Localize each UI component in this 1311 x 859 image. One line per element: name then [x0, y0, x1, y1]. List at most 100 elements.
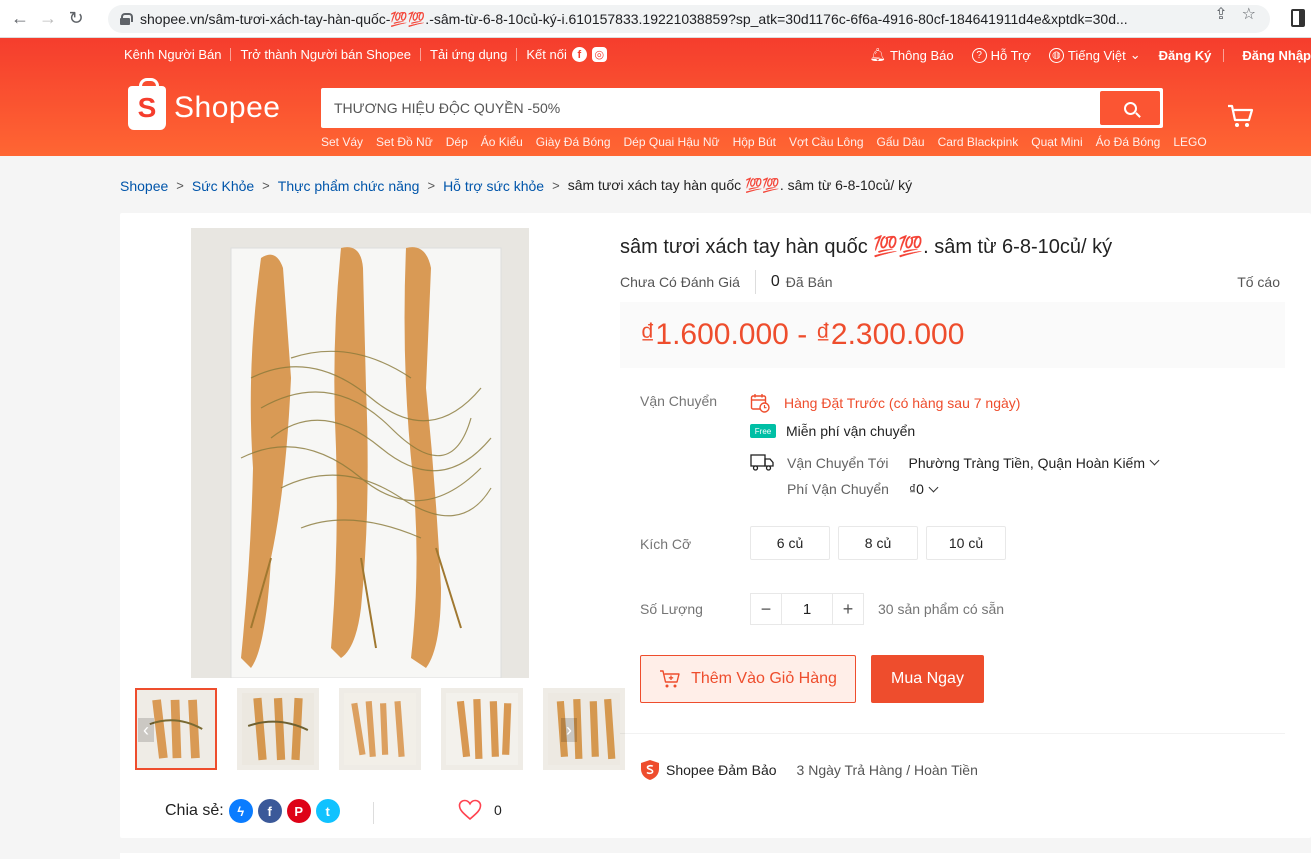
facebook-icon[interactable]: f: [257, 799, 282, 823]
sold-count: 0: [770, 273, 780, 290]
ship-to-selector[interactable]: Phường Tràng Tiền, Quận Hoàn Kiếm: [909, 455, 1145, 471]
shipping-fee-label: Phí Vận Chuyển: [787, 481, 889, 497]
lock-icon: [120, 13, 133, 25]
search-input[interactable]: [324, 100, 1100, 116]
search-button[interactable]: [1100, 91, 1160, 125]
guarantee-desc: 3 Ngày Trả Hàng / Hoàn Tiền: [796, 762, 978, 778]
product-main-image[interactable]: [191, 228, 529, 678]
report-link[interactable]: Tố cáo: [1237, 274, 1280, 290]
back-icon[interactable]: ←: [6, 5, 34, 33]
search-keywords: Set Váy Set Đồ Nữ Dép Áo Kiểu Giày Đá Bó…: [321, 135, 1207, 149]
chevron-down-icon: ⌄: [1129, 47, 1141, 62]
add-to-cart-button[interactable]: Thêm Vào Giỏ Hàng: [640, 655, 856, 703]
notifications-label: Thông Báo: [889, 47, 954, 63]
calendar-clock-icon: [750, 394, 770, 413]
shield-icon: [641, 760, 659, 780]
notifications-link[interactable]: 🔔︎ Thông Báo: [869, 47, 953, 63]
reload-icon[interactable]: ↻: [62, 5, 90, 33]
keyword-link[interactable]: Hộp Bút: [733, 135, 776, 149]
keyword-link[interactable]: LEGO: [1173, 135, 1206, 149]
forward-icon[interactable]: →: [34, 5, 62, 33]
breadcrumb-link[interactable]: Hỗ trợ sức khỏe: [443, 178, 544, 194]
keyword-link[interactable]: Giày Đá Bóng: [536, 135, 611, 149]
shipping-fee-value[interactable]: ₫0: [909, 481, 924, 497]
breadcrumb-link[interactable]: Thực phẩm chức năng: [278, 178, 420, 194]
keyword-link[interactable]: Áo Kiểu: [481, 135, 523, 149]
register-link[interactable]: Đăng Ký: [1159, 48, 1212, 63]
thumbnail-image[interactable]: [339, 688, 421, 770]
like-button[interactable]: 0: [458, 799, 502, 821]
bookmark-star-icon[interactable]: ☆: [1242, 4, 1256, 24]
thumbnail-image[interactable]: [237, 688, 319, 770]
rating-row: Chưa Có Đánh Giá 0 Đã Bán Tố cáo: [620, 270, 1280, 294]
top-nav-right: 🔔︎ Thông Báo ? Hỗ Trợ ◍ Tiếng Việt ⌄ Đăn…: [869, 47, 1311, 63]
size-option-8[interactable]: 8 củ: [838, 526, 918, 560]
keyword-link[interactable]: Set Váy: [321, 135, 363, 149]
keyword-link[interactable]: Dép Quai Hậu Nữ: [624, 135, 720, 149]
top-nav-left: Kênh Người Bán Trở thành Người bán Shope…: [124, 47, 607, 62]
seller-channel-link[interactable]: Kênh Người Bán: [124, 47, 221, 62]
thumbnail-strip: [135, 688, 625, 770]
breadcrumb-link[interactable]: Shopee: [120, 178, 168, 194]
breadcrumb-link[interactable]: Sức Khỏe: [192, 178, 254, 194]
guarantee-name: Shopee Đảm Bảo: [666, 762, 777, 778]
sold-label: Đã Bán: [785, 274, 833, 290]
keyword-link[interactable]: Card Blackpink: [938, 135, 1019, 149]
site-header: Kênh Người Bán Trở thành Người bán Shope…: [0, 38, 1311, 156]
guarantee-row[interactable]: Shopee Đảm Bảo 3 Ngày Trả Hàng / Hoàn Ti…: [640, 759, 978, 781]
help-icon: ?: [971, 47, 987, 63]
shopee-logo[interactable]: S Shopee: [128, 78, 280, 130]
thumbnail-prev-arrow[interactable]: ‹: [138, 718, 154, 742]
next-section: [120, 853, 1311, 859]
keyword-link[interactable]: Quạt Mini: [1031, 135, 1082, 149]
cart-icon[interactable]: [1226, 102, 1254, 130]
quantity-decrease-button[interactable]: −: [750, 593, 782, 625]
chevron-right-icon: >: [552, 178, 560, 193]
buy-now-button[interactable]: Mua Ngay: [871, 655, 984, 703]
chevron-right-icon: >: [262, 178, 270, 193]
help-label: Hỗ Trợ: [990, 47, 1031, 63]
side-panel-icon[interactable]: [1291, 9, 1305, 27]
size-option-6[interactable]: 6 củ: [750, 526, 830, 560]
pinterest-icon[interactable]: P: [286, 799, 311, 823]
thumbnail-next-arrow[interactable]: ›: [561, 718, 577, 742]
help-link[interactable]: ? Hỗ Trợ: [971, 47, 1031, 63]
language-selector[interactable]: ◍ Tiếng Việt ⌄: [1048, 47, 1141, 63]
thumbnail-image[interactable]: [441, 688, 523, 770]
become-seller-link[interactable]: Trở thành Người bán Shopee: [240, 47, 411, 62]
connect-label: Kết nối: [526, 47, 567, 62]
shipping-fee-row: Phí Vận Chuyển ₫0: [787, 481, 939, 497]
share-page-icon[interactable]: ⇪: [1214, 4, 1227, 24]
chevron-down-icon[interactable]: [928, 482, 939, 492]
login-link[interactable]: Đăng Nhập: [1242, 48, 1311, 63]
keyword-link[interactable]: Vợt Cầu Lông: [789, 135, 864, 149]
url-text: shopee.vn/sâm-tươi-xách-tay-hàn-quốc-💯💯.…: [140, 10, 1128, 27]
add-to-cart-label: Thêm Vào Giỏ Hàng: [691, 670, 837, 687]
thumbnail-image[interactable]: [543, 688, 625, 770]
search-bar: [321, 88, 1163, 128]
search-icon: [1123, 101, 1137, 115]
quantity-stepper: − 1 +: [750, 593, 864, 625]
quantity-increase-button[interactable]: +: [832, 593, 864, 625]
keyword-link[interactable]: Dép: [446, 135, 468, 149]
add-cart-icon: [660, 670, 680, 688]
free-shipping-text: Miễn phí vận chuyển: [786, 423, 916, 439]
address-bar[interactable]: shopee.vn/sâm-tươi-xách-tay-hàn-quốc-💯💯.…: [108, 5, 1270, 33]
twitter-icon[interactable]: t: [315, 799, 340, 823]
price-box: ₫1.600.000 - ₫2.300.000: [620, 302, 1285, 368]
chevron-down-icon[interactable]: [1149, 455, 1160, 466]
instagram-icon[interactable]: ◎: [591, 47, 607, 62]
like-count: 0: [494, 802, 502, 818]
product-title: sâm tươi xách tay hàn quốc 💯💯. sâm từ 6-…: [620, 236, 1113, 258]
keyword-link[interactable]: Áo Đá Bóng: [1096, 135, 1161, 149]
download-app-link[interactable]: Tải ứng dụng: [430, 47, 507, 62]
quantity-input[interactable]: 1: [782, 593, 832, 625]
preorder-text: Hàng Đặt Trước (có hàng sau 7 ngày): [784, 395, 1021, 411]
messenger-icon[interactable]: ϟ: [228, 799, 253, 823]
keyword-link[interactable]: Set Đồ Nữ: [376, 135, 433, 149]
facebook-icon[interactable]: f: [571, 47, 587, 62]
breadcrumb: Shopee > Sức Khỏe > Thực phẩm chức năng …: [120, 177, 912, 194]
size-option-10[interactable]: 10 củ: [926, 526, 1006, 560]
keyword-link[interactable]: Gấu Dâu: [877, 135, 925, 149]
ship-to-row: Vận Chuyển Tới Phường Tràng Tiền, Quận H…: [750, 454, 1160, 471]
